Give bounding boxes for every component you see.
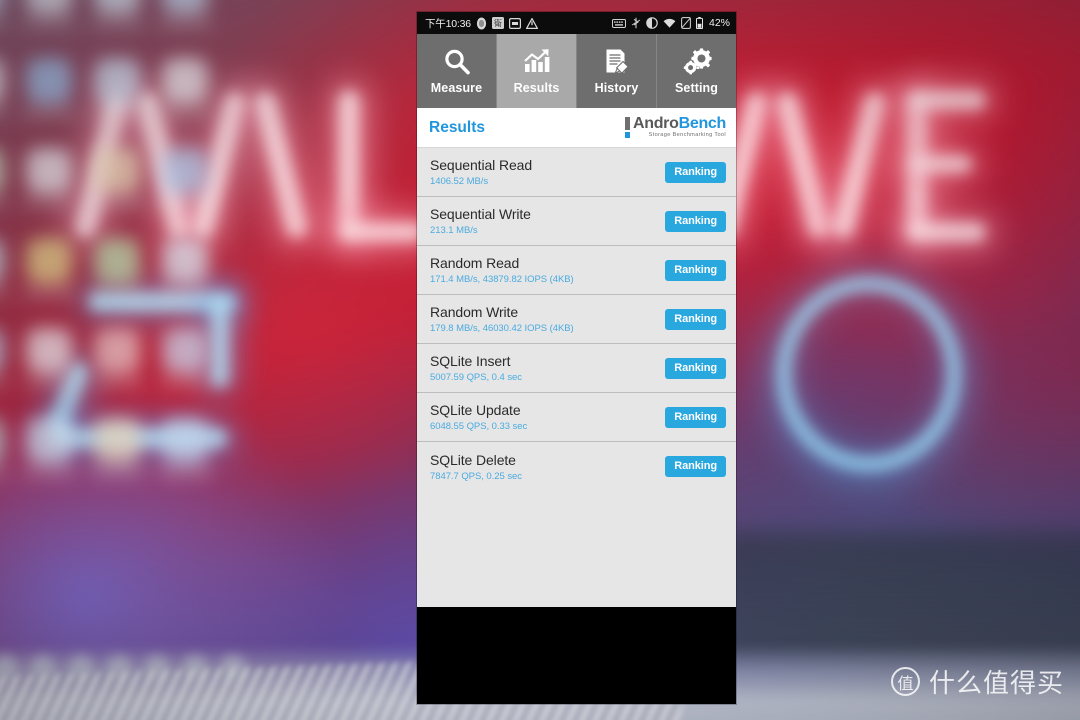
list-empty-area xyxy=(417,491,736,603)
table-row[interactable]: Sequential Write 213.1 MB/s Ranking xyxy=(417,197,736,246)
results-list: Sequential Read 1406.52 MB/s Ranking Seq… xyxy=(417,148,736,607)
ranking-button[interactable]: Ranking xyxy=(665,308,726,330)
main-tab-bar: Measure Results History Setting xyxy=(417,34,736,108)
android-status-bar: 下午10:36 衛 42% xyxy=(417,12,736,34)
logo-tagline: Storage Benchmarking Tool xyxy=(648,132,726,139)
ranking-button[interactable]: Ranking xyxy=(665,210,726,232)
logo-text: AndroBench Storage Benchmarking Tool xyxy=(633,116,726,139)
tab-results[interactable]: Results xyxy=(497,34,577,108)
status-clock: 下午10:36 xyxy=(425,17,471,30)
page-title: Results xyxy=(429,118,485,136)
tab-results-label: Results xyxy=(513,81,560,95)
tab-history[interactable]: History xyxy=(577,34,657,108)
result-title: SQLite Insert xyxy=(430,353,511,369)
wifi-icon xyxy=(663,18,676,29)
bluetooth-off-icon xyxy=(631,17,641,29)
result-value: 1406.52 MB/s xyxy=(430,176,489,187)
sim-off-icon xyxy=(681,17,691,29)
bar-chart-arrow-icon xyxy=(522,47,552,77)
result-value: 6048.55 QPS, 0.33 sec xyxy=(430,421,528,432)
ranking-button[interactable]: Ranking xyxy=(665,456,726,477)
tab-history-label: History xyxy=(594,81,639,95)
result-value: 5007.59 QPS, 0.4 sec xyxy=(430,372,522,383)
result-title: Random Read xyxy=(430,255,520,271)
status-bar-right: 42% xyxy=(611,17,730,30)
result-title: Sequential Write xyxy=(430,206,531,222)
magnifier-icon xyxy=(442,47,472,77)
tab-measure-label: Measure xyxy=(430,81,483,95)
tab-measure[interactable]: Measure xyxy=(417,34,497,108)
table-row[interactable]: SQLite Delete 7847.7 QPS, 0.25 sec Ranki… xyxy=(417,442,736,491)
keyboard-icon xyxy=(611,18,626,28)
screenshot-icon xyxy=(508,17,521,29)
status-bar-left: 下午10:36 衛 xyxy=(425,16,539,31)
results-header: Results AndroBench Storage Benchmarking … xyxy=(417,108,736,148)
svg-text:衛: 衛 xyxy=(494,18,502,28)
ranking-button[interactable]: Ranking xyxy=(665,357,726,379)
phone-screenshot: 下午10:36 衛 42% Measure Results History Se… xyxy=(417,12,736,704)
result-title: Sequential Read xyxy=(430,157,533,173)
document-pen-icon xyxy=(602,47,632,77)
tab-setting[interactable]: Setting xyxy=(657,34,736,108)
table-row[interactable]: Random Read 171.4 MB/s, 43879.82 IOPS (4… xyxy=(417,246,736,295)
watermark: 值 什么值得买 xyxy=(890,663,1064,700)
ranking-button[interactable]: Ranking xyxy=(665,161,726,183)
fingerprint-icon xyxy=(476,17,487,30)
result-value: 179.8 MB/s, 46030.42 IOPS (4KB) xyxy=(430,323,574,334)
table-row[interactable]: SQLite Insert 5007.59 QPS, 0.4 sec Ranki… xyxy=(417,344,736,393)
watermark-badge: 值 xyxy=(890,667,920,696)
result-value: 213.1 MB/s xyxy=(430,225,478,236)
result-title: Random Write xyxy=(430,304,519,320)
result-value: 7847.7 QPS, 0.25 sec xyxy=(430,470,522,482)
result-value: 171.4 MB/s, 43879.82 IOPS (4KB) xyxy=(430,274,574,285)
battery-percent-label: 42% xyxy=(708,17,730,29)
ranking-button[interactable]: Ranking xyxy=(665,406,726,428)
screenshot-canvas: 下午10:36 衛 42% Measure Results History Se… xyxy=(0,0,1080,720)
logo-name-part1: Andro xyxy=(632,115,679,133)
screenshot-black-area xyxy=(417,607,736,704)
logo-name-part2: Bench xyxy=(678,115,727,133)
logo-mark-icon xyxy=(624,117,630,138)
warning-triangle-icon xyxy=(525,16,539,29)
ranking-button[interactable]: Ranking xyxy=(665,259,726,281)
table-row[interactable]: Sequential Read 1406.52 MB/s Ranking xyxy=(417,148,736,197)
watermark-text: 什么值得买 xyxy=(928,669,1064,699)
androbench-logo: AndroBench Storage Benchmarking Tool xyxy=(624,116,726,139)
result-title: SQLite Delete xyxy=(430,451,516,468)
table-row[interactable]: Random Write 179.8 MB/s, 46030.42 IOPS (… xyxy=(417,295,736,344)
table-row[interactable]: SQLite Update 6048.55 QPS, 0.33 sec Rank… xyxy=(417,393,736,442)
do-not-disturb-icon xyxy=(646,17,658,29)
gears-icon xyxy=(682,47,712,77)
result-title: SQLite Update xyxy=(430,402,521,418)
tab-setting-label: Setting xyxy=(674,81,719,95)
app-notification-icon: 衛 xyxy=(491,17,504,29)
battery-icon xyxy=(695,17,703,30)
